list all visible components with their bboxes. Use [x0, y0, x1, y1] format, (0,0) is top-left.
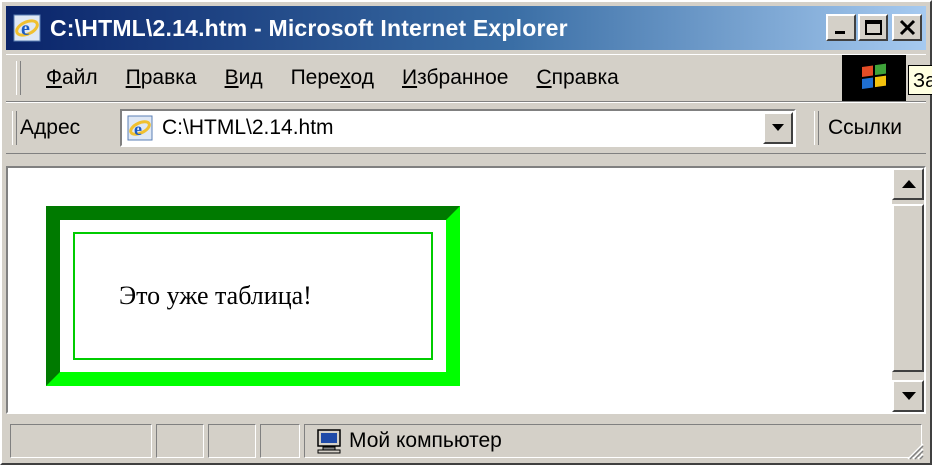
address-value: C:\HTML\2.14.htm: [162, 116, 334, 139]
ie-icon: e: [13, 14, 41, 42]
address-dropdown-button[interactable]: [763, 112, 793, 144]
table-cell: Это уже таблица!: [73, 232, 433, 360]
close-button[interactable]: [892, 14, 922, 41]
address-grip[interactable]: [12, 111, 17, 145]
status-zone-pane: Мой компьютер: [304, 424, 922, 458]
ie-window: e C:\HTML\2.14.htm - Microsoft Internet …: [0, 0, 932, 465]
page-icon: e: [127, 115, 153, 141]
maximize-button[interactable]: [858, 14, 888, 41]
status-progress-pane: [156, 424, 204, 458]
menu-bar: Файл Правка Вид Переход Избранное Справк…: [6, 54, 932, 102]
minimize-button[interactable]: [826, 14, 856, 41]
scroll-up-button[interactable]: [892, 168, 924, 200]
scroll-down-button[interactable]: [892, 380, 924, 412]
table-border: Это уже таблица!: [46, 206, 460, 386]
scroll-thumb[interactable]: [892, 204, 924, 372]
table-border-left-shade: [46, 206, 60, 386]
chevron-down-icon: [772, 124, 784, 131]
close-icon: [899, 19, 916, 36]
window-title: C:\HTML\2.14.htm - Microsoft Internet Ex…: [50, 15, 568, 41]
vertical-scrollbar[interactable]: [892, 168, 924, 412]
page-viewport[interactable]: Это уже таблица!: [6, 166, 926, 414]
maximize-icon: [865, 20, 882, 35]
menu-favorites[interactable]: Избранное: [388, 61, 522, 95]
resize-grip-icon[interactable]: [904, 440, 924, 460]
menu-grip[interactable]: [16, 61, 21, 95]
status-privacy-pane: [260, 424, 300, 458]
address-label: Адрес: [20, 116, 81, 139]
address-input[interactable]: e C:\HTML\2.14.htm: [120, 109, 796, 147]
menu-help[interactable]: Справка: [522, 61, 632, 95]
svg-text:e: e: [134, 119, 142, 139]
computer-icon: [317, 429, 341, 454]
title-bar[interactable]: e C:\HTML\2.14.htm - Microsoft Internet …: [6, 6, 926, 50]
status-zone-text: Мой компьютер: [349, 429, 502, 452]
arrow-down-icon: [902, 392, 916, 400]
table-body: Это уже таблица!: [60, 220, 446, 372]
status-text-pane: [10, 424, 152, 458]
svg-text:e: e: [21, 18, 30, 40]
page-content: Это уже таблица!: [8, 168, 888, 412]
menu-view[interactable]: Вид: [211, 61, 277, 95]
table-cell-text: Это уже таблица!: [119, 281, 312, 310]
menu-go[interactable]: Переход: [277, 61, 388, 95]
windows-logo-throbber: [842, 55, 906, 101]
table-border-top-shade: [46, 206, 460, 220]
status-security-pane: [208, 424, 256, 458]
links-button[interactable]: Ссылки: [828, 111, 902, 145]
tooltip: За: [908, 65, 932, 95]
menu-items: Файл Правка Вид Переход Избранное Справк…: [32, 61, 633, 95]
minimize-icon: [835, 31, 845, 34]
arrow-up-icon: [902, 180, 916, 188]
menu-edit[interactable]: Правка: [112, 61, 211, 95]
windows-flag-icon: [862, 63, 886, 89]
status-bar: Мой компьютер: [6, 420, 926, 462]
address-bar: Адрес e C:\HTML\2.14.htm Ссылки: [6, 102, 926, 154]
menu-file[interactable]: Файл: [32, 61, 112, 95]
links-grip[interactable]: [814, 111, 819, 145]
